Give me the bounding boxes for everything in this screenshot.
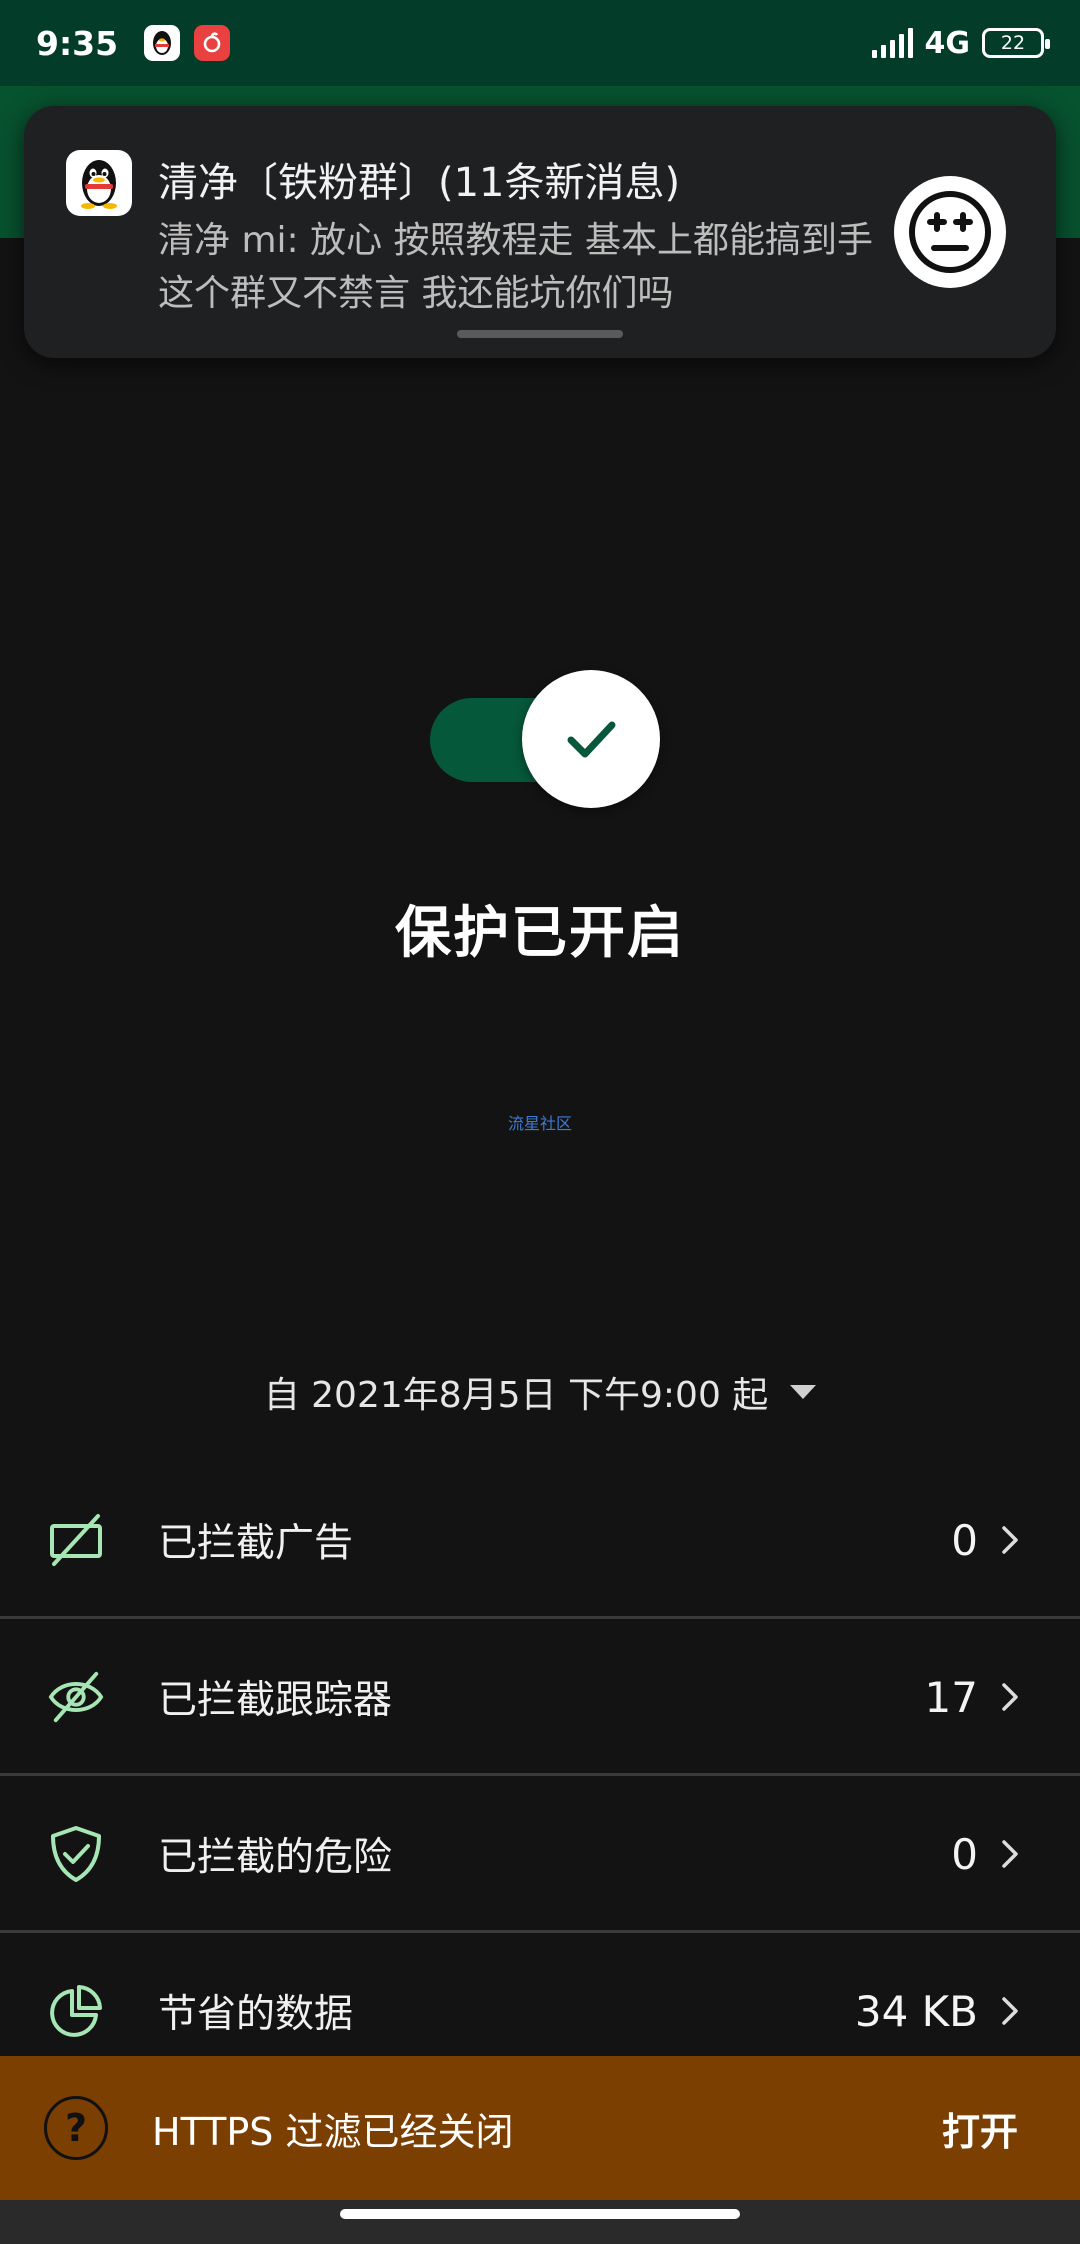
pie-chart-icon bbox=[48, 1983, 104, 2039]
network-type: 4G bbox=[924, 25, 971, 61]
enable-https-button[interactable]: 打开 bbox=[942, 2101, 1018, 2156]
notification-title: 清净〔铁粉群〕(11条新消息) bbox=[158, 160, 681, 206]
stat-value: 0 bbox=[951, 1515, 978, 1565]
checkmark-icon bbox=[567, 721, 616, 758]
eye-slash-icon bbox=[48, 1669, 104, 1725]
chevron-right-icon bbox=[978, 1838, 1042, 1870]
status-bar: 9:35 4G 22 bbox=[0, 0, 1080, 86]
stat-label: 节省的数据 bbox=[158, 1992, 354, 2037]
chevron-right-icon bbox=[978, 1524, 1042, 1556]
protection-status-title: 保护已开启 bbox=[395, 901, 685, 966]
face-avatar-icon bbox=[894, 176, 1006, 288]
notification-drag-handle[interactable] bbox=[457, 330, 623, 338]
heads-up-notification[interactable]: 清净〔铁粉群〕(11条新消息) 清净 mi: 放心 按照教程走 基本上都能搞到手… bbox=[24, 106, 1056, 358]
netease-music-icon bbox=[194, 25, 231, 61]
home-gesture-pill[interactable] bbox=[340, 2209, 740, 2219]
stat-value: 34 KB bbox=[854, 1986, 978, 2036]
stat-label: 已拦截跟踪器 bbox=[158, 1678, 393, 1723]
signal-icon bbox=[871, 28, 913, 58]
chevron-right-icon bbox=[978, 1681, 1042, 1713]
screen: 9:35 4G 22 清净〔铁粉群〕(11条新消息) 清净 mi: 放心 按照教… bbox=[0, 0, 1080, 2244]
shield-check-icon bbox=[48, 1826, 104, 1882]
battery-level: 22 bbox=[1000, 32, 1026, 54]
navigation-bar bbox=[0, 2200, 1080, 2244]
qq-penguin-icon bbox=[66, 150, 132, 216]
watermark-text: 流星社区 bbox=[507, 1114, 572, 1133]
battery-icon: 22 bbox=[982, 28, 1050, 58]
stat-row-threats[interactable]: 已拦截的危险 0 bbox=[0, 1776, 1080, 1932]
chevron-right-icon bbox=[978, 1995, 1042, 2027]
stat-value: 0 bbox=[951, 1829, 978, 1879]
status-right: 4G 22 bbox=[871, 25, 1050, 61]
notification-body: 清净 mi: 放心 按照教程走 基本上都能搞到手 这个群又不禁言 我还能坑你们吗 bbox=[158, 220, 873, 314]
banner-message: HTTPS 过滤已经关闭 bbox=[152, 2109, 514, 2154]
qq-icon bbox=[144, 25, 181, 61]
date-range-label: 自 2021年8月5日 下午9:00 起 bbox=[263, 1375, 769, 1416]
stat-row-ads[interactable]: 已拦截广告 0 bbox=[0, 1462, 1080, 1618]
stat-row-trackers[interactable]: 已拦截跟踪器 17 bbox=[0, 1619, 1080, 1775]
help-icon[interactable]: ? bbox=[44, 2096, 108, 2160]
https-filtering-banner: ? HTTPS 过滤已经关闭 打开 bbox=[0, 2056, 1080, 2200]
ad-blocked-icon bbox=[48, 1512, 104, 1568]
stat-label: 已拦截广告 bbox=[158, 1521, 354, 1566]
dropdown-caret-icon bbox=[790, 1385, 817, 1399]
status-time: 9:35 bbox=[36, 23, 119, 63]
stat-label: 已拦截的危险 bbox=[158, 1835, 393, 1880]
date-range-selector[interactable]: 自 2021年8月5日 下午9:00 起 bbox=[0, 1366, 1080, 1418]
stat-value: 17 bbox=[924, 1672, 978, 1722]
protection-toggle[interactable] bbox=[522, 670, 660, 808]
